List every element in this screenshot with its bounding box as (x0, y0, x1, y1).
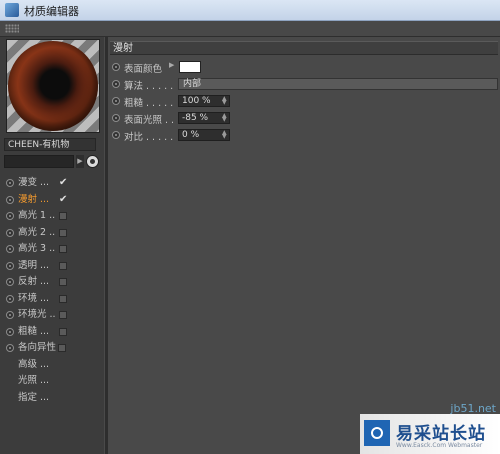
radio-icon[interactable] (6, 245, 14, 253)
channel-item[interactable]: 指定 ... (4, 390, 104, 407)
section-title: 漫射 (110, 41, 498, 55)
spinner-icon[interactable]: ▲ ▼ (222, 96, 227, 106)
algorithm-row: 算法 . . . . . 内部 (112, 76, 498, 92)
channel-item[interactable]: 高光 3 .. (4, 241, 104, 258)
contrast-value: 0 % (182, 130, 200, 140)
window-title: 材质编辑器 (24, 5, 79, 18)
channel-item[interactable]: 漫变 ... ✔ (4, 175, 104, 192)
algorithm-label: 算法 . . . . . (124, 81, 174, 92)
channel-item[interactable]: 环境光 .. (4, 307, 104, 324)
channel-label: 漫射 ... (18, 193, 50, 205)
radio-icon[interactable] (112, 131, 120, 139)
channel-item[interactable]: 各向异性 (4, 340, 104, 357)
watermark-url: jb51.net (450, 402, 496, 415)
radio-icon[interactable] (112, 114, 120, 122)
roughness-label: 粗糙 . . . . . (124, 98, 174, 109)
contrast-row: 对比 . . . . . 0 % ▲ ▼ (112, 127, 498, 143)
checkbox[interactable] (59, 212, 67, 220)
title-bar: 材质编辑器 (0, 0, 500, 21)
channel-label: 反射 ... (18, 276, 50, 287)
channel-item[interactable]: 透明 ... (4, 258, 104, 275)
checkbox[interactable] (59, 245, 67, 253)
watermark-sub: Www.Easck.Com Webmaster (396, 442, 483, 449)
channel-label: 粗糙 ... (18, 325, 50, 337)
radio-icon[interactable] (6, 228, 14, 237)
radio-icon[interactable] (112, 63, 120, 71)
radio-icon[interactable] (6, 261, 14, 270)
channel-label: 高光 2 .. (18, 226, 56, 238)
surface-light-label: 表面光照 . . (124, 115, 175, 126)
channel-item[interactable]: 高光 2 .. (4, 225, 104, 242)
radio-icon[interactable] (6, 344, 14, 352)
roughness-value: 100 % (182, 96, 211, 106)
radio-icon[interactable] (6, 327, 14, 336)
picker-icon[interactable] (86, 155, 99, 168)
arrow-right-icon[interactable]: ▶ (76, 155, 84, 168)
channel-label: 高光 1 .. (18, 210, 56, 221)
channel-label: 漫变 ... (18, 177, 50, 188)
contrast-input[interactable]: 0 % ▲ ▼ (178, 129, 230, 141)
check-icon[interactable]: ✔ (59, 175, 67, 192)
channel-item[interactable]: 光照 ... (4, 373, 104, 390)
contrast-label: 对比 . . . . . (124, 132, 174, 143)
header-strip (0, 21, 500, 37)
surface-light-input[interactable]: -85 % ▲ ▼ (178, 112, 230, 124)
preview-sphere (8, 41, 98, 131)
channel-label: 光照 ... (18, 375, 50, 386)
channel-label: 透明 ... (18, 259, 50, 271)
checkbox[interactable] (59, 294, 67, 303)
radio-icon[interactable] (6, 179, 14, 187)
expand-arrow-icon[interactable]: ▶ (169, 61, 174, 69)
channel-item[interactable]: 高光 1 .. (4, 208, 104, 225)
channel-item[interactable]: 粗糙 ... (4, 324, 104, 341)
checkbox[interactable] (59, 327, 67, 336)
app-icon (5, 3, 19, 17)
radio-icon[interactable] (112, 97, 120, 105)
checkbox[interactable] (59, 261, 67, 270)
radio-icon[interactable] (6, 311, 14, 319)
checkbox[interactable] (59, 228, 67, 237)
radio-icon[interactable] (6, 212, 14, 220)
radio-icon[interactable] (112, 80, 120, 88)
surface-light-value: -85 % (182, 113, 209, 123)
surface-color-row: 表面颜色 ▶ (112, 59, 498, 75)
check-icon[interactable]: ✔ (59, 192, 67, 209)
watermark-logo-icon (364, 420, 390, 446)
material-preview[interactable] (6, 39, 100, 133)
checkbox[interactable] (59, 311, 67, 319)
channel-label: 环境 ... (18, 292, 50, 304)
channel-label: 高光 3 .. (18, 243, 56, 254)
layer-field[interactable] (4, 155, 74, 168)
spinner-icon[interactable]: ▲ ▼ (222, 113, 227, 123)
roughness-input[interactable]: 100 % ▲ ▼ (178, 95, 230, 107)
channel-item[interactable]: 高级 ... (4, 357, 104, 374)
material-name-field[interactable]: CHEEN-有机物 (4, 138, 96, 151)
channel-label: 环境光 .. (18, 309, 56, 320)
spinner-icon[interactable]: ▲ ▼ (222, 130, 227, 140)
properties-panel: 漫射 表面颜色 ▶ 算法 . . . . . 内部 粗糙 . . . . . 1… (108, 37, 500, 454)
channel-item[interactable]: 环境 ... (4, 291, 104, 308)
grip-icon[interactable] (5, 24, 19, 33)
checkbox[interactable] (58, 344, 66, 352)
channel-label: 高级 ... (18, 358, 50, 370)
surface-color-label: 表面颜色 (124, 64, 163, 75)
channel-item[interactable]: 漫射 ... ✔ (4, 192, 104, 209)
channel-label: 指定 ... (18, 391, 50, 403)
watermark: jb51.net 易采站长站 Www.Easck.Com Webmaster (360, 402, 500, 454)
checkbox[interactable] (59, 278, 67, 286)
channel-item[interactable]: 反射 ... (4, 274, 104, 291)
radio-icon[interactable] (6, 278, 14, 286)
channel-list: 漫变 ... ✔ 漫射 ... ✔ 高光 1 .. 高光 2 .. 高光 3 .… (4, 175, 104, 406)
radio-icon[interactable] (6, 195, 14, 204)
watermark-brand: 易采站长站 (396, 424, 486, 444)
radio-icon[interactable] (6, 294, 14, 303)
channel-label: 各向异性 (18, 342, 57, 353)
algorithm-dropdown[interactable]: 内部 (178, 78, 498, 90)
left-panel: CHEEN-有机物 ▶ 漫变 ... ✔ 漫射 ... ✔ 高光 1 .. 高光… (0, 37, 104, 454)
surface-light-row: 表面光照 . . -85 % ▲ ▼ (112, 110, 498, 126)
color-swatch[interactable] (179, 61, 201, 73)
roughness-row: 粗糙 . . . . . 100 % ▲ ▼ (112, 93, 498, 109)
